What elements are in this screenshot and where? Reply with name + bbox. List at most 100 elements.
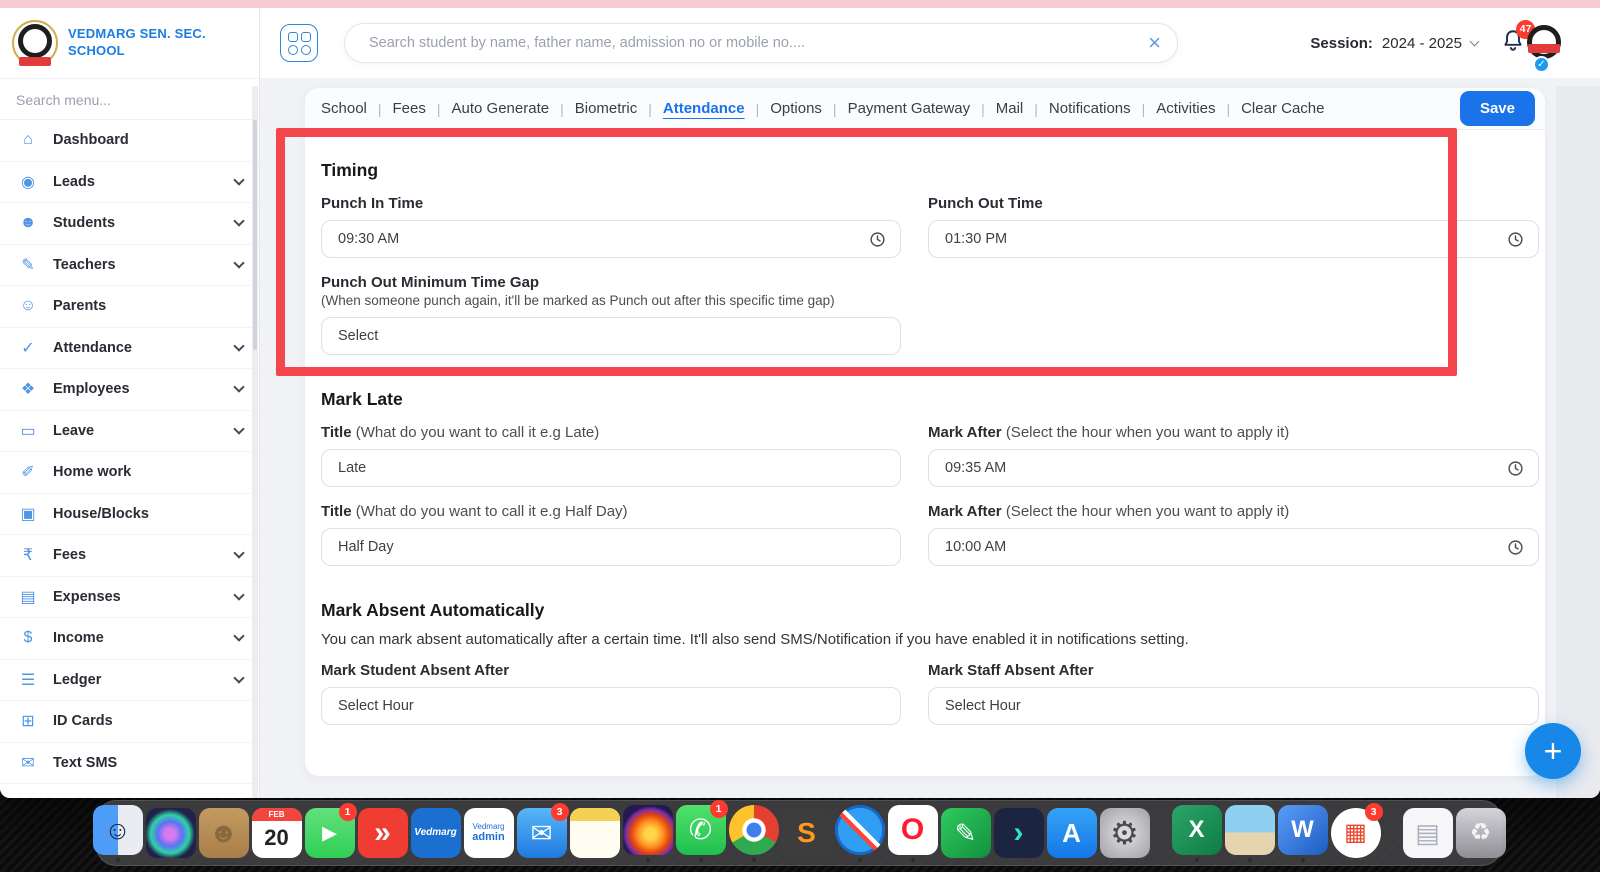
add-fab-button[interactable]: +	[1525, 723, 1581, 779]
page-scrollbar[interactable]	[1556, 86, 1600, 798]
dock-icon[interactable]: ✎	[940, 808, 991, 858]
settings-tab[interactable]: Attendance	[663, 100, 745, 117]
photos-dock-icon	[1224, 804, 1275, 855]
running-indicator-dot	[698, 857, 703, 862]
late-title-input[interactable]: Late	[321, 449, 901, 488]
half-day-mark-after-input[interactable]: 10:00 AM	[928, 528, 1539, 567]
settings-tab[interactable]: Payment Gateway	[848, 100, 971, 117]
dock-icon[interactable]	[834, 804, 885, 862]
sidebar-item-label: Expenses	[53, 588, 121, 605]
dock-icon[interactable]: S	[781, 808, 832, 858]
dock-icon[interactable]: ›	[993, 808, 1044, 858]
sidebar-item-label: Students	[53, 215, 116, 232]
settings-tab[interactable]: Notifications	[1049, 100, 1131, 117]
dock-icon[interactable]: ☻	[198, 808, 249, 858]
clock-icon	[1508, 540, 1523, 555]
dock-icon[interactable]: FEB 20	[251, 808, 302, 858]
running-indicator-dot	[645, 857, 650, 862]
punch-in-label: Punch In Time	[321, 195, 424, 212]
dock-icon[interactable]	[1224, 804, 1275, 862]
dock-icon[interactable]: ▤	[1402, 808, 1453, 858]
sidebar-item[interactable]: ✓ Attendance	[0, 328, 259, 369]
apps-grid-icon[interactable]	[280, 24, 318, 62]
sidebar-item[interactable]: ▤ Expenses	[0, 577, 259, 618]
settings-tab[interactable]: Fees	[393, 100, 426, 117]
dock-icon[interactable]: X	[1171, 804, 1222, 862]
attendance-settings-form: Timing Punch In Time 09:30 AM Punch Out	[305, 130, 1545, 726]
sidebar-item-label: Parents	[53, 298, 107, 315]
dock-icon[interactable]: ☺	[92, 804, 143, 862]
siri-dock-icon	[145, 808, 196, 858]
sidebar-item[interactable]: ▭ Leave	[0, 411, 259, 452]
student-absent-after-select[interactable]: Select Hour	[321, 687, 901, 726]
dock-icon[interactable]: »	[357, 808, 408, 858]
sidebar-item[interactable]: ▣ House/Blocks	[0, 494, 259, 535]
profile-avatar[interactable]: ✓	[1533, 32, 1550, 73]
settings-tab[interactable]: Activities	[1156, 100, 1215, 117]
settings-tab[interactable]: Options	[770, 100, 822, 117]
save-button[interactable]: Save	[1459, 91, 1535, 126]
clear-search-icon[interactable]: ×	[1148, 32, 1161, 54]
chevron-down-icon	[1469, 36, 1480, 47]
dock-icon[interactable]	[569, 808, 620, 858]
sidebar-item[interactable]: ✉ Text SMS	[0, 743, 259, 784]
late-mark-after-input[interactable]: 09:35 AM	[928, 449, 1539, 488]
sidebar-item-label: Home work	[53, 464, 132, 481]
punch-gap-select[interactable]: Select	[321, 317, 901, 356]
dock-icon[interactable]	[145, 808, 196, 858]
settings-tab[interactable]: Mail	[996, 100, 1024, 117]
chevron-down-icon	[233, 340, 245, 352]
dock-icon[interactable]: Vedmarg admin	[463, 808, 514, 858]
dock-icon[interactable]: ♻	[1455, 808, 1506, 858]
sidebar-menu: ⌂ Dashboard ◉ Leads ☻ Students ✎ Teacher…	[0, 120, 259, 798]
chevron-down-icon	[233, 257, 245, 269]
settings-tab[interactable]: School	[321, 100, 367, 117]
sidebar-item[interactable]: ☻ Students	[0, 203, 259, 245]
clock-icon	[1508, 231, 1523, 247]
dock-icon[interactable]: 3 ✉	[516, 803, 569, 858]
punch-in-time-input[interactable]: 09:30 AM	[321, 220, 901, 258]
sidebar-search-input[interactable]	[0, 78, 259, 120]
dock-icon[interactable]: W	[1277, 804, 1328, 862]
staff-absent-after-select[interactable]: Select Hour	[928, 687, 1539, 726]
sidebar-item[interactable]: ✐ Home work	[0, 452, 259, 494]
dock-icon[interactable]	[622, 804, 673, 862]
dock-icon[interactable]: ⚙	[1099, 808, 1150, 858]
dock-icon[interactable]: 3 ▦	[1330, 803, 1383, 858]
dock-icon[interactable]: 1 ✆	[675, 799, 728, 862]
sidebar-item[interactable]: ☺ Parents	[0, 286, 259, 328]
sidebar-item[interactable]: ▥	[0, 784, 259, 798]
running-indicator-dot	[1247, 857, 1252, 862]
verified-badge-icon: ✓	[1533, 56, 1550, 73]
running-indicator-dot	[1194, 857, 1199, 862]
running-indicator-dot	[751, 857, 756, 862]
dock-icon[interactable]: 1 ▸	[304, 803, 357, 858]
dock-icon[interactable]: Vedmarg	[410, 808, 461, 858]
settings-tab[interactable]: Clear Cache	[1241, 100, 1324, 117]
sidebar-item[interactable]: ☰ Ledger	[0, 660, 259, 701]
dock-icon[interactable]	[728, 804, 779, 862]
sidebar-item[interactable]: ⌂ Dashboard	[0, 120, 259, 162]
sidebar-item[interactable]: $ Income	[0, 618, 259, 660]
punch-out-time-input[interactable]: 01:30 PM	[928, 220, 1539, 258]
session-selector[interactable]: Session: 2024 - 2025	[1310, 35, 1480, 52]
sidebar-item[interactable]: ◉ Leads	[0, 162, 259, 203]
notifications-bell-icon[interactable]: 47	[1500, 19, 1535, 59]
settings-tab[interactable]: Biometric	[575, 100, 638, 117]
dock-icon[interactable]: O	[887, 804, 938, 862]
student-search-bar[interactable]: ×	[344, 23, 1178, 63]
sidebar-scrollbar[interactable]	[252, 86, 258, 798]
sidebar-item[interactable]: ✎ Teachers	[0, 245, 259, 286]
chevron-down-icon	[233, 215, 245, 227]
half-day-title-input[interactable]: Half Day	[321, 528, 901, 567]
chevron-down-icon	[233, 174, 245, 186]
green-pencil-app-dock-icon: ✎	[940, 808, 991, 858]
chevron-down-icon	[233, 547, 245, 559]
sidebar-item[interactable]: ⊞ ID Cards	[0, 701, 259, 743]
student-search-input[interactable]	[367, 34, 1139, 52]
settings-tab[interactable]: Auto Generate	[452, 100, 550, 117]
fees-icon: ₹	[22, 547, 34, 565]
sidebar-item[interactable]: ❖ Employees	[0, 369, 259, 411]
sidebar-item[interactable]: ₹ Fees	[0, 535, 259, 577]
dock-icon[interactable]: A	[1046, 808, 1097, 858]
